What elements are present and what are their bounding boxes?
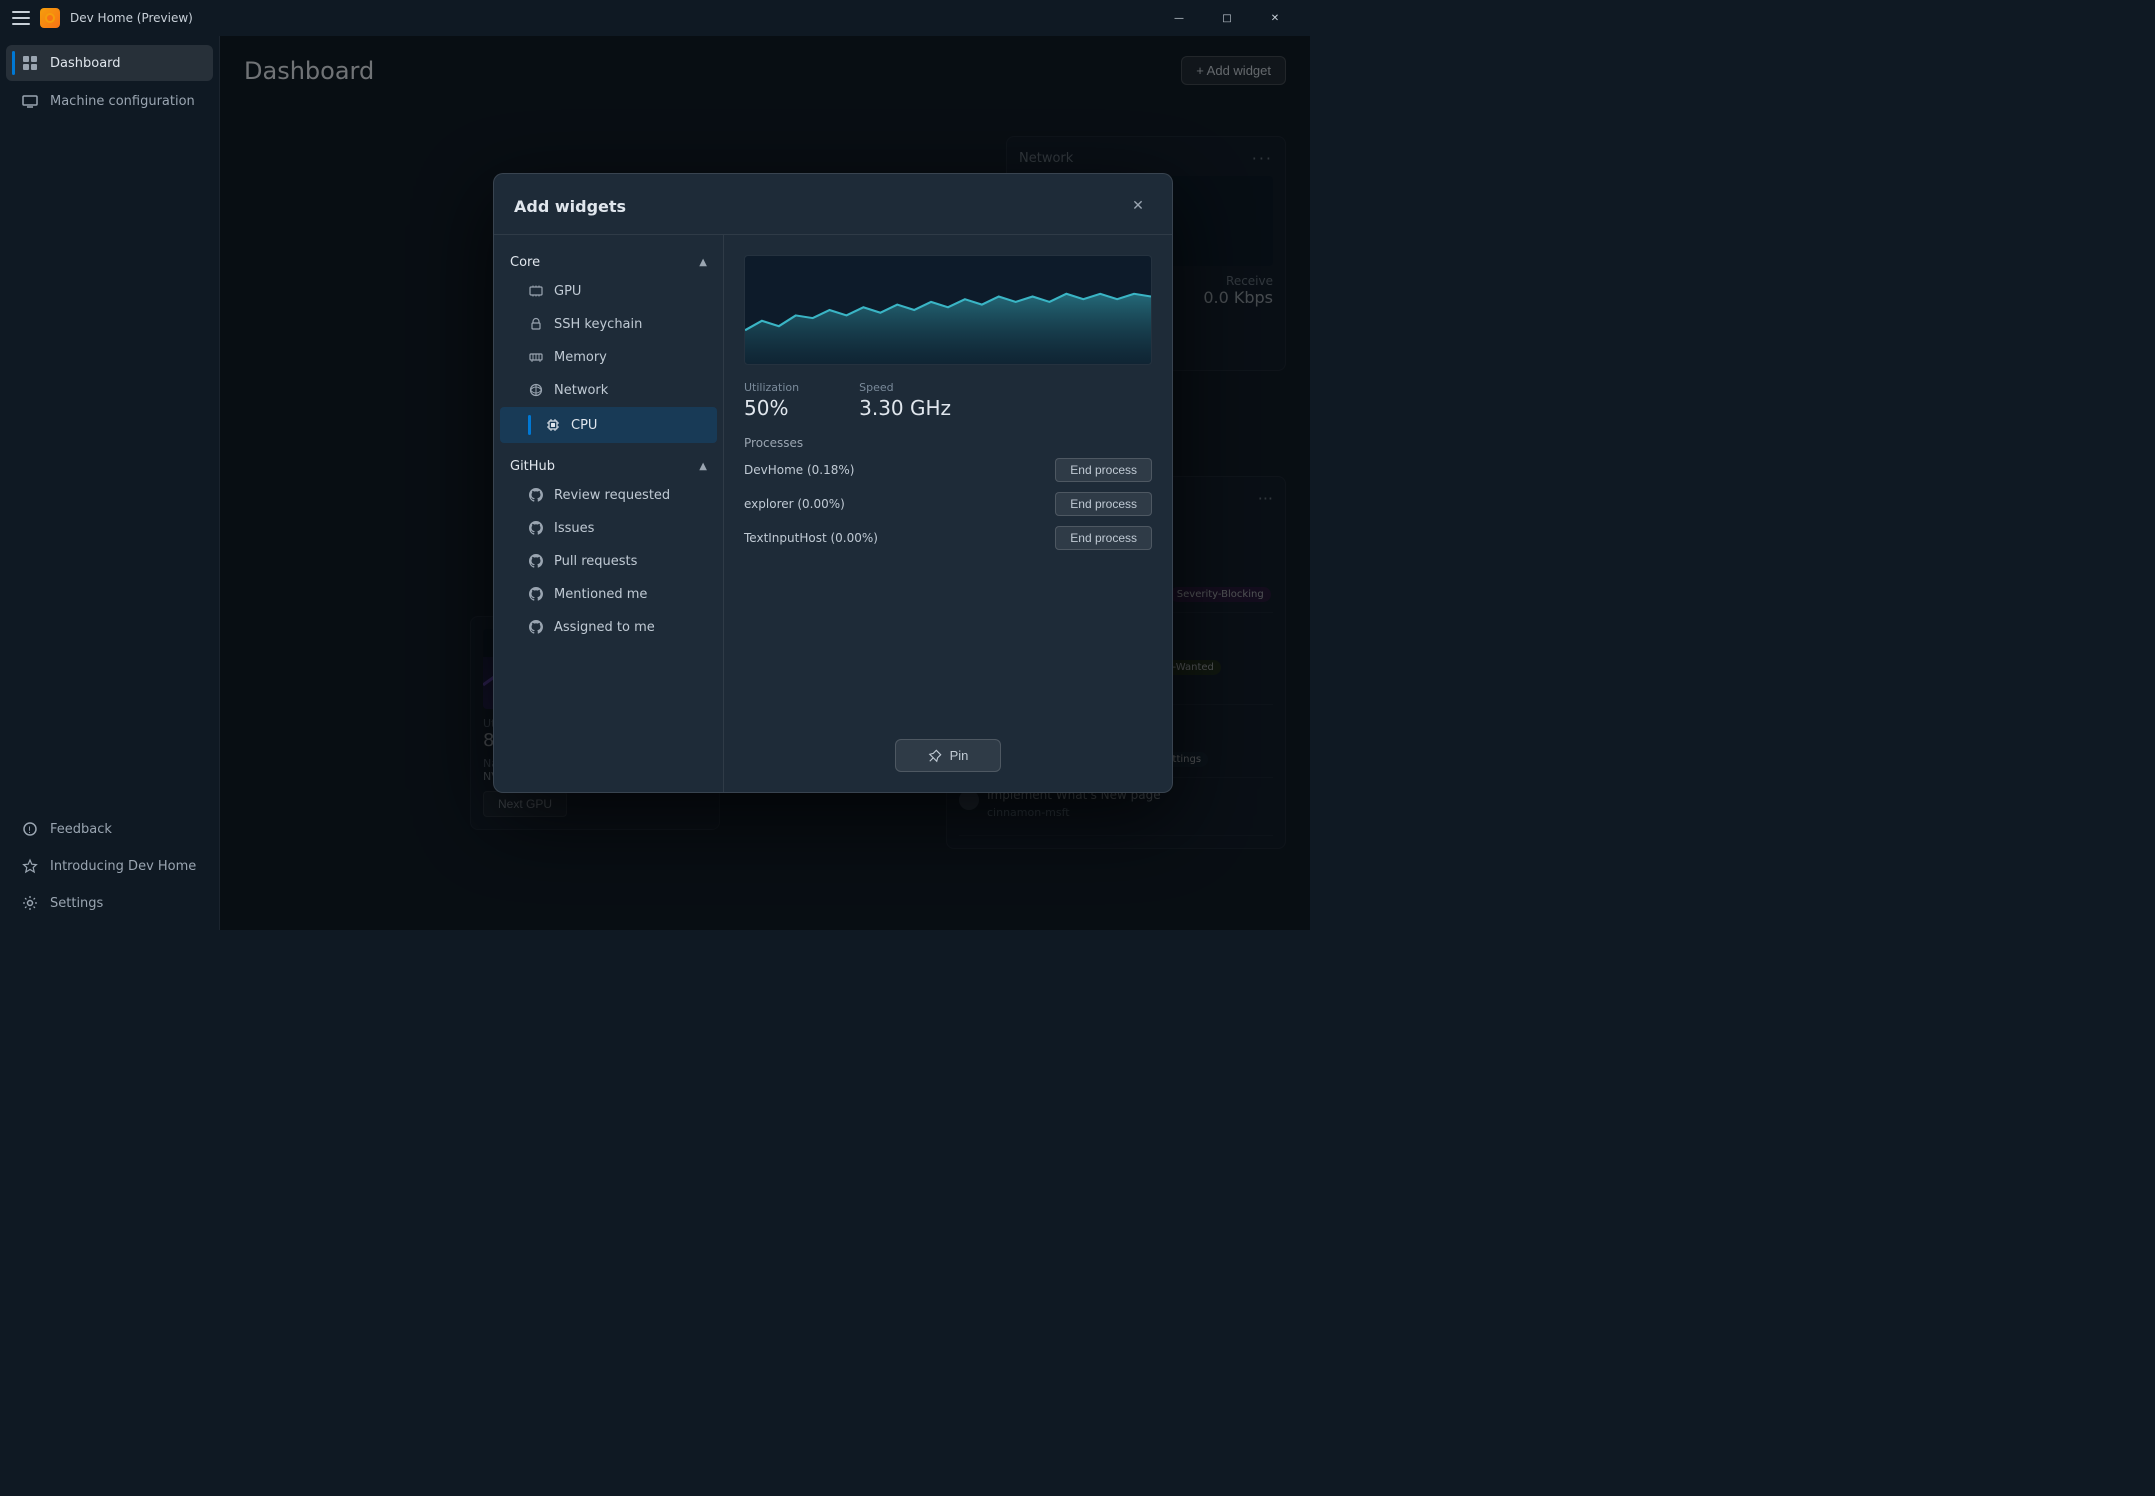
speed-label: Speed [859, 381, 951, 394]
widget-mentioned-label: Mentioned me [554, 587, 647, 602]
sidebar-introducing-label: Introducing Dev Home [50, 859, 196, 874]
pin-button-row: Pin [744, 727, 1152, 772]
main-content: Dashboard + Add widget Network ··· bps R… [220, 36, 1310, 930]
cpu-stats-row: Utilization 50% Speed 3.30 GHz [744, 381, 1152, 420]
widget-list-panel: Core ▲ [494, 235, 724, 792]
widget-item-mentioned[interactable]: Mentioned me [500, 578, 717, 610]
github-issues-icon [528, 520, 544, 536]
process-row-2: explorer (0.00%) End process [744, 492, 1152, 516]
github-section-label: GitHub [510, 459, 555, 474]
dialog-header: Add widgets ✕ [494, 174, 1172, 235]
widget-item-network[interactable]: Network [500, 374, 717, 406]
cpu-selected-indicator [528, 415, 531, 435]
sidebar-item-settings[interactable]: Settings [6, 885, 213, 921]
speed-stat: Speed 3.30 GHz [859, 381, 951, 420]
sidebar-item-machine-config[interactable]: Machine configuration [6, 83, 213, 119]
sidebar-bottom: ! Feedback Introducing Dev Home [0, 810, 219, 922]
sidebar-dashboard-label: Dashboard [50, 56, 121, 71]
dialog-body: Core ▲ [494, 235, 1172, 792]
sidebar: Dashboard Machine configuration ! Feedb [0, 36, 220, 930]
widget-memory-label: Memory [554, 350, 607, 365]
widget-item-review[interactable]: Review requested [500, 479, 717, 511]
widget-item-gpu[interactable]: GPU [500, 275, 717, 307]
widget-gpu-label: GPU [554, 284, 581, 299]
github-chevron-icon: ▲ [699, 461, 707, 472]
core-section-header[interactable]: Core ▲ [494, 247, 723, 274]
sidebar-item-dashboard[interactable]: Dashboard [6, 45, 213, 81]
widget-item-cpu[interactable]: CPU [500, 407, 717, 443]
widget-issues-label: Issues [554, 521, 594, 536]
grid-icon [22, 55, 38, 71]
widget-item-issues[interactable]: Issues [500, 512, 717, 544]
speed-value: 3.30 GHz [859, 396, 951, 420]
star-icon [22, 858, 38, 874]
minimize-button[interactable]: — [1156, 3, 1202, 33]
cpu-list-icon [545, 417, 561, 433]
widget-item-assigned[interactable]: Assigned to me [500, 611, 717, 643]
app-body: Dashboard Machine configuration ! Feedb [0, 36, 1310, 930]
title-bar: Dev Home (Preview) — □ ✕ [0, 0, 1310, 36]
sidebar-machine-label: Machine configuration [50, 94, 195, 109]
dialog-title: Add widgets [514, 197, 626, 216]
processes-label: Processes [744, 436, 1152, 450]
pin-button[interactable]: Pin [895, 739, 1002, 772]
widget-pullreq-label: Pull requests [554, 554, 637, 569]
gpu-icon [528, 283, 544, 299]
process-name-3: TextInputHost (0.00%) [744, 531, 878, 545]
widget-item-ssh[interactable]: SSH keychain [500, 308, 717, 340]
process-row-1: DevHome (0.18%) End process [744, 458, 1152, 482]
end-process-button-2[interactable]: End process [1055, 492, 1152, 516]
widget-item-pullreqs[interactable]: Pull requests [500, 545, 717, 577]
github-review-icon [528, 487, 544, 503]
pin-icon [928, 749, 942, 763]
add-widgets-dialog: Add widgets ✕ Core ▲ [493, 173, 1173, 793]
network-list-icon [528, 382, 544, 398]
util-value: 50% [744, 396, 799, 420]
widget-item-memory[interactable]: Memory [500, 341, 717, 373]
core-chevron-icon: ▲ [699, 257, 707, 268]
widget-assigned-label: Assigned to me [554, 620, 655, 635]
widget-cpu-label: CPU [571, 418, 597, 433]
sidebar-settings-label: Settings [50, 896, 103, 911]
core-section-label: Core [510, 255, 540, 270]
cpu-chart [744, 255, 1152, 365]
close-button[interactable]: ✕ [1252, 3, 1298, 33]
title-bar-left: Dev Home (Preview) [12, 8, 193, 28]
ssh-icon [528, 316, 544, 332]
settings-icon [22, 895, 38, 911]
utilization-stat: Utilization 50% [744, 381, 799, 420]
feedback-icon: ! [22, 821, 38, 837]
process-name-1: DevHome (0.18%) [744, 463, 854, 477]
maximize-button[interactable]: □ [1204, 3, 1250, 33]
widget-network-label: Network [554, 383, 608, 398]
sidebar-item-introducing[interactable]: Introducing Dev Home [6, 848, 213, 884]
widget-review-label: Review requested [554, 488, 670, 503]
window-controls: — □ ✕ [1156, 3, 1298, 33]
app-icon [40, 8, 60, 28]
widget-ssh-label: SSH keychain [554, 317, 642, 332]
github-assigned-icon [528, 619, 544, 635]
util-label: Utilization [744, 381, 799, 394]
github-mentioned-icon [528, 586, 544, 602]
svg-text:!: ! [28, 826, 32, 836]
github-section-header[interactable]: GitHub ▲ [494, 451, 723, 478]
process-row-3: TextInputHost (0.00%) End process [744, 526, 1152, 550]
sidebar-item-feedback[interactable]: ! Feedback [6, 811, 213, 847]
end-process-button-1[interactable]: End process [1055, 458, 1152, 482]
end-process-button-3[interactable]: End process [1055, 526, 1152, 550]
memory-icon [528, 349, 544, 365]
app-title: Dev Home (Preview) [70, 11, 193, 25]
machine-icon [22, 93, 38, 109]
widget-detail-panel: Utilization 50% Speed 3.30 GHz Processes… [724, 235, 1172, 792]
dialog-close-button[interactable]: ✕ [1124, 192, 1152, 220]
pin-label: Pin [950, 748, 969, 763]
github-pullreq-icon [528, 553, 544, 569]
hamburger-menu-icon[interactable] [12, 11, 30, 25]
process-name-2: explorer (0.00%) [744, 497, 845, 511]
sidebar-feedback-label: Feedback [50, 822, 112, 837]
